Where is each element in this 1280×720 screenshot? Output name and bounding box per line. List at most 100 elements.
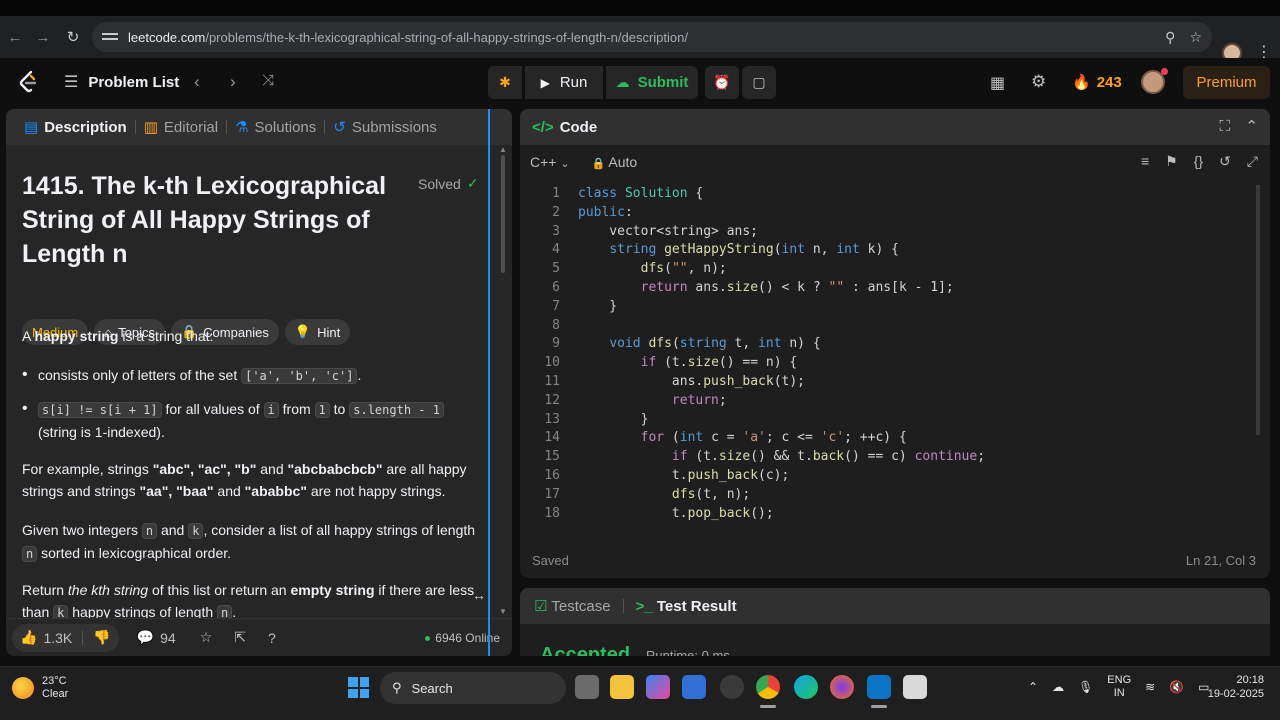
chevron-up-icon[interactable]: ⌃: [1028, 680, 1038, 694]
edge-icon[interactable]: [794, 675, 818, 699]
task-view-icon[interactable]: [575, 675, 599, 699]
dell-icon[interactable]: [720, 675, 744, 699]
scroll-up-icon[interactable]: ▲: [499, 145, 507, 154]
forward-icon[interactable]: →: [28, 22, 58, 52]
code-line[interactable]: public:: [578, 204, 985, 223]
leetcode-logo-icon[interactable]: [17, 70, 39, 94]
share-button[interactable]: ⇱: [234, 629, 246, 646]
zoom-icon[interactable]: ⚲: [1165, 29, 1175, 46]
tab-submissions[interactable]: ↺ Submissions: [325, 118, 445, 137]
bold-span: "ababbc": [244, 483, 307, 499]
settings-gear-icon[interactable]: ⚙: [1031, 72, 1046, 92]
code-line[interactable]: [578, 317, 985, 336]
onedrive-cloud-icon[interactable]: ☁: [1052, 680, 1064, 694]
code-line[interactable]: }: [578, 411, 985, 430]
help-button[interactable]: ?: [268, 630, 276, 646]
code-line[interactable]: void dfs(string t, int n) {: [578, 335, 985, 354]
code-panel: </> Code ⛶ ⌃ C++ ⌄ 🔒 Auto ≡ ⚑ {} ↺ ⤢ 1 2…: [520, 109, 1270, 578]
auto-mode-toggle[interactable]: 🔒 Auto: [592, 154, 638, 170]
comments-button[interactable]: 💬 94: [137, 629, 176, 646]
vscode-icon[interactable]: [867, 675, 891, 699]
thumbs-up-icon[interactable]: 👍: [20, 629, 37, 646]
bookmark-icon[interactable]: ⚑: [1165, 153, 1178, 170]
streak-counter[interactable]: 🔥 243: [1072, 73, 1122, 92]
submit-button[interactable]: ☁ Submit: [606, 66, 698, 99]
wifi-icon[interactable]: ≋: [1145, 680, 1155, 694]
star-icon: ☆: [199, 629, 213, 645]
language-indicator[interactable]: ENG IN: [1107, 674, 1131, 700]
store-icon[interactable]: [682, 675, 706, 699]
code-line[interactable]: }: [578, 298, 985, 317]
windows-start-icon[interactable]: [348, 677, 369, 698]
file-explorer-icon[interactable]: [610, 675, 634, 699]
weather-widget[interactable]: 23°C Clear: [12, 675, 68, 701]
system-clock[interactable]: 20:18 19-02-2025: [1208, 673, 1264, 701]
next-problem-icon[interactable]: ›: [230, 72, 236, 92]
code-line[interactable]: return;: [578, 392, 985, 411]
expand-icon[interactable]: ⤢: [1247, 153, 1258, 170]
microphone-icon[interactable]: 🎙: [1078, 680, 1093, 694]
test-tabs: ☑ Testcase >_ Test Result: [520, 588, 1270, 624]
tab-editorial[interactable]: ▥ Editorial: [136, 118, 226, 137]
volume-muted-icon[interactable]: 🔇: [1169, 680, 1184, 694]
layout-grid-icon[interactable]: ▦: [990, 73, 1005, 93]
notes-button[interactable]: ▢: [742, 66, 776, 99]
scroll-thumb[interactable]: [501, 155, 505, 273]
timer-button[interactable]: ⏰: [705, 66, 739, 99]
scroll-thumb[interactable]: [1256, 185, 1260, 435]
code-line[interactable]: vector<string> ans;: [578, 223, 985, 242]
tab-description[interactable]: ▤ Description: [16, 118, 135, 137]
reload-icon[interactable]: ↻: [58, 22, 88, 52]
panel-resize-handle[interactable]: [488, 109, 490, 656]
code-editor[interactable]: class Solution {public: vector<string> a…: [578, 185, 985, 523]
maximize-icon[interactable]: ⛶: [1219, 118, 1230, 135]
code-line[interactable]: if (t.size() == n) {: [578, 354, 985, 373]
tab-solutions[interactable]: ⚗ Solutions: [227, 118, 324, 137]
line-number: 5: [552, 261, 560, 277]
snipping-tool-icon[interactable]: [903, 675, 927, 699]
code-line[interactable]: dfs(t, n);: [578, 486, 985, 505]
reset-icon[interactable]: ↺: [1219, 153, 1231, 170]
prev-problem-icon[interactable]: ‹: [194, 72, 200, 92]
user-avatar[interactable]: [1141, 68, 1168, 94]
code-line[interactable]: for (int c = 'a'; c <= 'c'; ++c) {: [578, 429, 985, 448]
favorite-button[interactable]: ☆: [200, 629, 213, 646]
code-line[interactable]: if (t.size() && t.back() == c) continue;: [578, 448, 985, 467]
thumbs-down-icon[interactable]: 👎: [93, 629, 110, 646]
scroll-down-icon[interactable]: ▼: [499, 607, 507, 616]
code-line[interactable]: t.pop_back();: [578, 505, 985, 524]
premium-button[interactable]: Premium: [1183, 66, 1270, 99]
tab-test-result[interactable]: >_ Test Result: [636, 598, 737, 615]
code-line[interactable]: return ans.size() < k ? "" : ans[k - 1];: [578, 279, 985, 298]
code-line[interactable]: string getHappyString(int n, int k) {: [578, 241, 985, 260]
firefox-icon[interactable]: [830, 675, 854, 699]
debug-button[interactable]: ✱: [488, 66, 522, 99]
braces-icon[interactable]: {}: [1194, 153, 1203, 170]
problem-list-button[interactable]: ☰ Problem List: [64, 72, 179, 92]
back-icon[interactable]: ←: [0, 22, 30, 52]
description-scrollbar[interactable]: ▲ ▼: [494, 145, 512, 618]
problem-title[interactable]: 1415. The k-th Lexicographical String of…: [22, 169, 392, 271]
shuffle-icon[interactable]: ⤨: [262, 72, 274, 89]
code-line[interactable]: ans.push_back(t);: [578, 373, 985, 392]
format-icon[interactable]: ≡: [1141, 153, 1149, 170]
code-line[interactable]: t.push_back(c);: [578, 467, 985, 486]
copilot-icon[interactable]: [646, 675, 670, 699]
address-bar[interactable]: leetcode.com/problems/the-k-th-lexicogra…: [92, 22, 1212, 52]
code-line[interactable]: class Solution {: [578, 185, 985, 204]
code-line[interactable]: dfs("", n);: [578, 260, 985, 279]
line-number: 6: [552, 279, 560, 295]
play-icon: ▶: [540, 75, 550, 90]
tab-testcase[interactable]: ☑ Testcase: [534, 597, 611, 615]
example-paragraph: For example, strings "abc", "ac", "b" an…: [22, 458, 484, 502]
chrome-icon[interactable]: [756, 675, 780, 699]
run-button[interactable]: ▶ Run: [525, 66, 603, 99]
inline-code: i: [263, 402, 279, 418]
description-panel: ▤ Description ▥ Editorial ⚗ Solutions ↺ …: [6, 109, 512, 656]
code-scrollbar[interactable]: [1253, 185, 1263, 535]
bookmark-star-icon[interactable]: ☆: [1189, 29, 1202, 46]
taskbar-search[interactable]: ⚲ Search: [380, 672, 566, 704]
language-select[interactable]: C++ ⌄: [530, 154, 570, 170]
site-info-icon[interactable]: [102, 31, 118, 43]
collapse-icon[interactable]: ⌃: [1245, 117, 1258, 135]
